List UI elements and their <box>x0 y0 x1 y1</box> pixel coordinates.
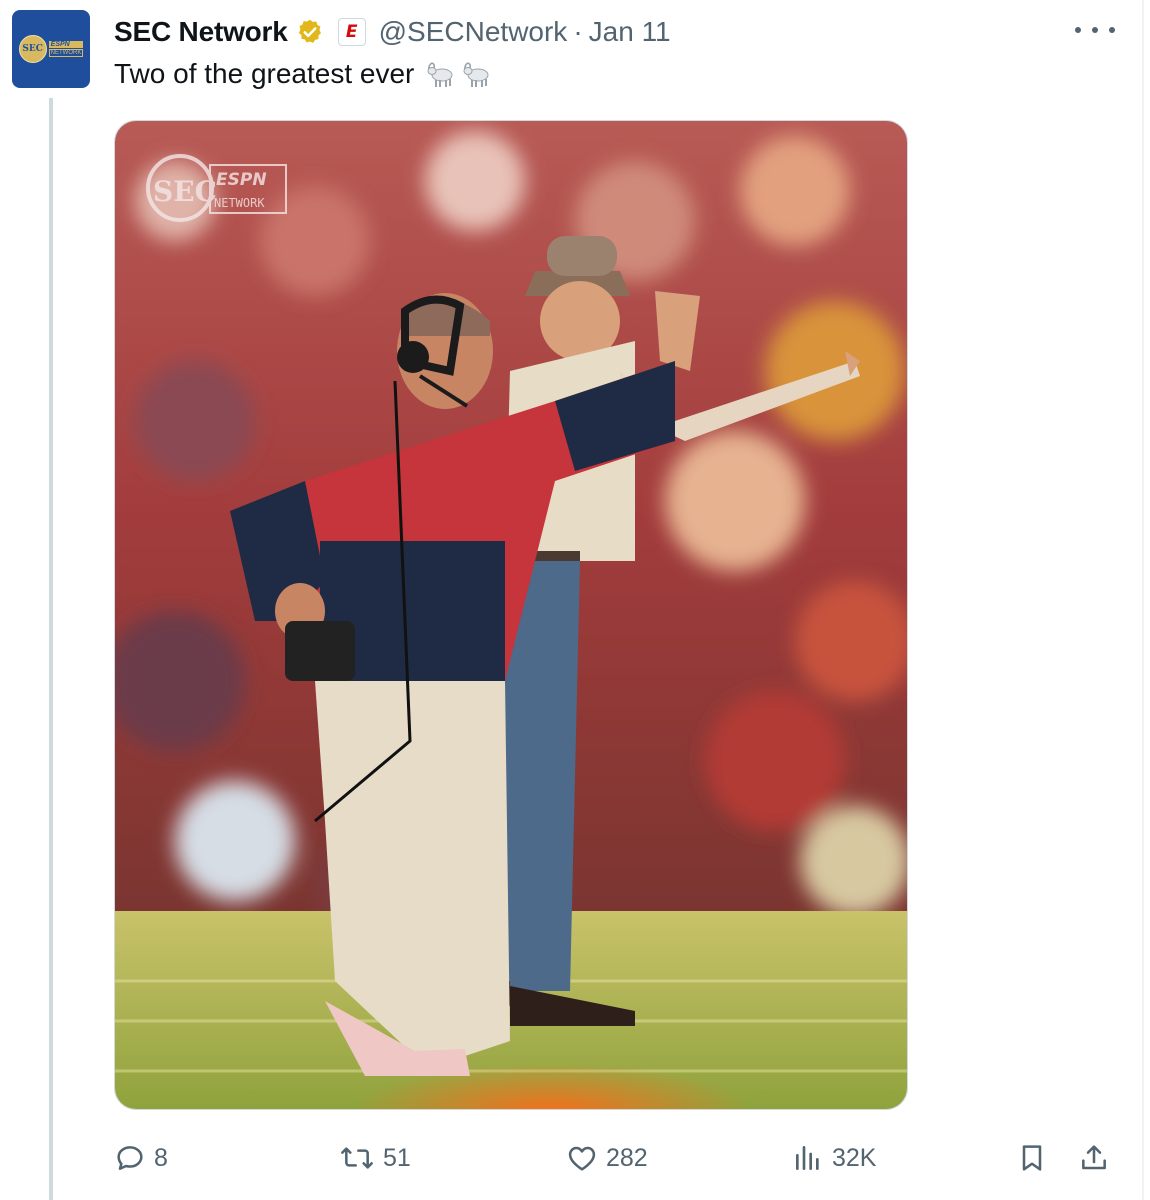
author-name[interactable]: SEC Network <box>114 16 288 48</box>
like-icon <box>568 1146 596 1171</box>
bookmark-icon <box>1022 1145 1042 1171</box>
tweet-photo[interactable]: SEC ESPN NETWORK <box>114 120 908 1110</box>
author-avatar[interactable]: SEC ESPN NETWORK <box>12 10 90 88</box>
thread-connector-line <box>49 98 53 1200</box>
author-handle[interactable]: @SECNetwork <box>379 16 568 48</box>
watermark-sec-text: SEC <box>153 175 217 208</box>
tweet-text: Two of the greatest ever <box>114 58 415 89</box>
goat-emojis <box>424 59 492 89</box>
reply-button[interactable]: 8 <box>114 1136 168 1180</box>
repost-count: 51 <box>383 1143 411 1172</box>
espn-affiliate-letter: E <box>345 22 358 42</box>
espn-logo-text: ESPN <box>48 41 84 48</box>
bookmark-button[interactable] <box>1016 1136 1048 1180</box>
goat-icon <box>427 62 453 87</box>
timeline-border <box>1142 0 1144 1200</box>
repost-button[interactable]: 51 <box>339 1136 411 1180</box>
watermark-espn-text: ESPN <box>216 170 267 190</box>
reply-count: 8 <box>154 1143 168 1172</box>
views-button[interactable]: 32K <box>792 1136 876 1180</box>
repost-icon <box>341 1147 373 1169</box>
sec-network-logo: SEC ESPN NETWORK <box>18 35 84 63</box>
like-count: 282 <box>606 1143 648 1172</box>
more-options-icon[interactable] <box>1075 18 1115 42</box>
goat-icon <box>463 62 489 87</box>
affiliate-badge[interactable]: E <box>337 18 366 46</box>
views-count: 32K <box>832 1143 877 1172</box>
tweet-header: SEC Network E @SECNetwork · Jan 11 <box>114 12 671 52</box>
views-icon <box>796 1146 819 1170</box>
watermark-network-text: NETWORK <box>214 196 265 210</box>
tweet-timestamp[interactable]: Jan 11 <box>589 16 671 48</box>
share-icon <box>1082 1145 1106 1170</box>
share-button[interactable] <box>1078 1136 1110 1180</box>
reply-icon <box>117 1146 143 1170</box>
verified-badge-icon[interactable] <box>296 18 324 46</box>
tweet-actions: 8 51 282 32K <box>114 1136 1114 1180</box>
sec-logo-circle: SEC <box>18 35 47 63</box>
tweet-body: Two of the greatest ever <box>114 58 492 90</box>
network-logo-text: NETWORK <box>48 49 84 57</box>
photo-illustration: SEC ESPN NETWORK <box>115 121 907 1109</box>
header-separator: · <box>573 16 583 47</box>
like-button[interactable]: 282 <box>566 1136 648 1180</box>
